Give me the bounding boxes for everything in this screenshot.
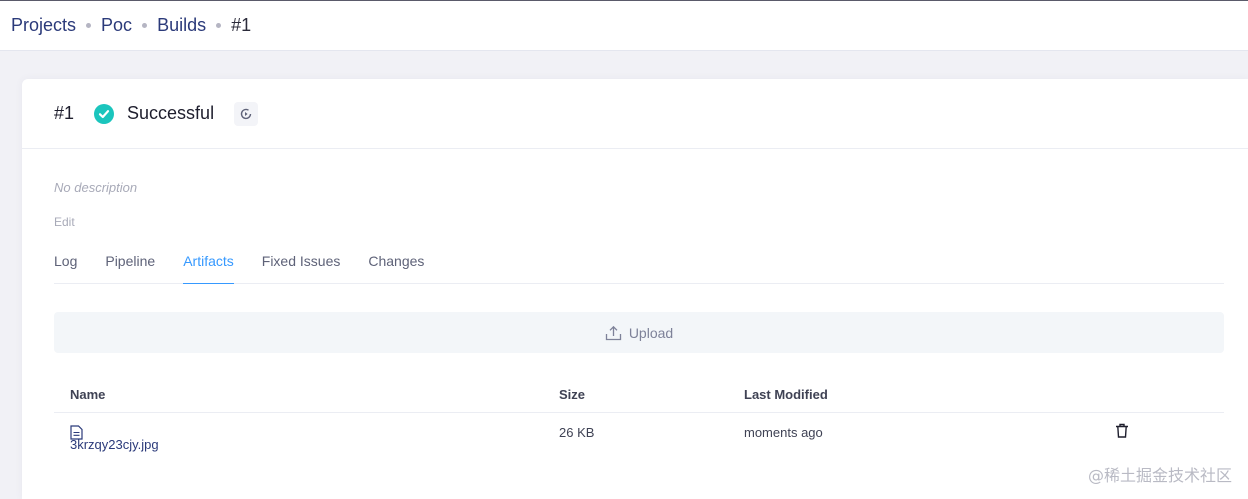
trash-icon [1116,423,1128,438]
breadcrumb-poc[interactable]: Poc [101,15,132,36]
artifact-file-link[interactable]: 3krzqy23cjy.jpg [70,425,159,452]
build-tabs: Log Pipeline Artifacts Fixed Issues Chan… [54,250,1224,284]
build-header: #1 Successful [22,79,1248,149]
build-number: #1 [54,103,75,123]
build-status: Successful [127,103,215,123]
tab-pipeline[interactable]: Pipeline [105,250,155,284]
rebuild-button[interactable] [234,101,259,126]
breadcrumb-projects[interactable]: Projects [11,15,76,36]
column-name: Name [70,387,106,402]
delete-artifact-button[interactable] [1115,423,1129,441]
breadcrumb-separator [86,23,92,28]
column-last-modified: Last Modified [744,387,828,402]
watermark: @稀土掘金技术社区 [1087,466,1232,485]
artifact-modified: moments ago [744,425,823,440]
check-circle-icon [94,103,115,124]
artifacts-table-header: Name Size Last Modified [54,375,1224,413]
artifact-name: 3krzqy23cjy.jpg [70,437,159,452]
build-description: No description [54,180,138,195]
breadcrumb: Projects Poc Builds #1 [0,0,1248,51]
table-row: 3krzqy23cjy.jpg 26 KB moments ago [54,413,1224,457]
upload-label: Upload [628,324,674,341]
breadcrumb-current-build: #1 [231,15,252,35]
artifact-size: 26 KB [559,425,595,440]
edit-description-link[interactable]: Edit [54,215,75,229]
tab-fixed-issues[interactable]: Fixed Issues [262,250,341,284]
breadcrumb-builds[interactable]: Builds [157,15,206,36]
breadcrumb-separator [142,23,148,28]
column-size: Size [559,387,586,402]
tab-changes[interactable]: Changes [368,250,424,284]
breadcrumb-separator [216,23,222,28]
rebuild-icon [240,108,252,119]
tab-artifacts[interactable]: Artifacts [183,250,234,284]
build-detail-card: #1 Successful No description Edit Log Pi… [22,79,1248,499]
upload-button[interactable]: Upload [54,312,1224,353]
tab-log[interactable]: Log [54,250,77,284]
upload-icon [605,325,621,340]
